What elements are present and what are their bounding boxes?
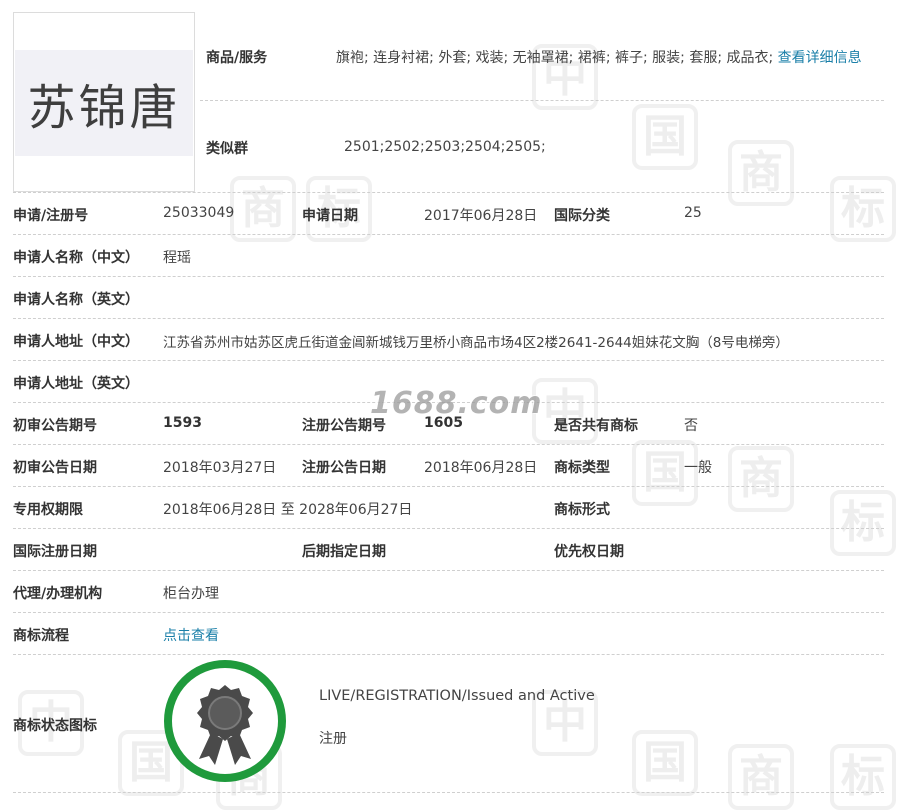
apply-date-label: 申请日期 — [302, 208, 358, 224]
mark-form-label: 商标形式 — [554, 502, 610, 518]
intl-class-label: 国际分类 — [554, 208, 610, 224]
reg-pub-date-label: 注册公告日期 — [302, 460, 386, 476]
agent-row — [13, 570, 884, 613]
applicant-en-row — [13, 276, 884, 319]
prelim-pub-date-label: 初审公告日期 — [13, 460, 97, 476]
term-value: 2018年06月28日 至 2028年06月27日 — [163, 502, 413, 518]
status-en-text: LIVE/REGISTRATION/Issued and Active — [319, 688, 595, 704]
reg-pub-date-value: 2018年06月28日 — [424, 460, 538, 476]
process-row — [13, 612, 884, 655]
applicant-cn-row — [13, 234, 884, 277]
similar-group-label: 类似群 — [206, 141, 248, 157]
priority-date-label: 优先权日期 — [554, 544, 624, 560]
registered-badge-icon — [164, 660, 286, 782]
applicant-cn-value: 程瑶 — [163, 250, 191, 266]
goods-value-wrap: 旗袍; 连身衬裙; 外套; 戏装; 无袖罩裙; 裙裤; 裤子; 服装; 套服; … — [336, 47, 862, 67]
shared-mark-label: 是否共有商标 — [554, 418, 638, 434]
site-watermark: 1688.com — [370, 386, 543, 421]
similar-group-value: 2501;2502;2503;2504;2505; — [344, 139, 546, 155]
goods-label: 商品/服务 — [206, 50, 268, 66]
address-cn-value: 江苏省苏州市姑苏区虎丘街道金阊新城钱万里桥小商品市场4区2楼2641-2644姐… — [163, 335, 789, 351]
apply-date-value: 2017年06月28日 — [424, 208, 538, 224]
agent-value: 柜台办理 — [163, 586, 219, 602]
term-label: 专用权期限 — [13, 502, 83, 518]
address-cn-label: 申请人地址（中文） — [13, 334, 139, 350]
applicant-en-label: 申请人名称（英文） — [13, 292, 139, 308]
mark-type-label: 商标类型 — [554, 460, 610, 476]
agent-label: 代理/办理机构 — [13, 586, 103, 602]
process-view-link[interactable]: 点击查看 — [163, 625, 219, 645]
intl-reg-date-label: 国际注册日期 — [13, 544, 97, 560]
status-cn-text: 注册 — [319, 731, 347, 747]
shared-mark-value: 否 — [684, 418, 698, 434]
later-designation-label: 后期指定日期 — [302, 544, 386, 560]
prelim-pub-date-value: 2018年03月27日 — [163, 460, 277, 476]
goods-value: 旗袍; 连身衬裙; 外套; 戏装; 无袖罩裙; 裙裤; 裤子; 服装; 套服; … — [336, 50, 774, 66]
status-icon-label: 商标状态图标 — [13, 718, 97, 734]
applicant-cn-label: 申请人名称（中文） — [13, 250, 139, 266]
mark-type-value: 一般 — [684, 460, 712, 476]
address-en-label: 申请人地址（英文） — [13, 376, 139, 392]
reg-no-value: 25033049 — [163, 205, 235, 221]
intl-class-value: 25 — [684, 205, 702, 221]
intl-row — [13, 528, 884, 571]
goods-detail-link[interactable]: 查看详细信息 — [778, 50, 862, 66]
reg-no-label: 申请/注册号 — [13, 208, 89, 224]
status-row — [13, 654, 884, 793]
process-label: 商标流程 — [13, 628, 69, 644]
prelim-pub-no-label: 初审公告期号 — [13, 418, 97, 434]
prelim-pub-no-value: 1593 — [163, 415, 202, 431]
term-row — [13, 486, 884, 529]
